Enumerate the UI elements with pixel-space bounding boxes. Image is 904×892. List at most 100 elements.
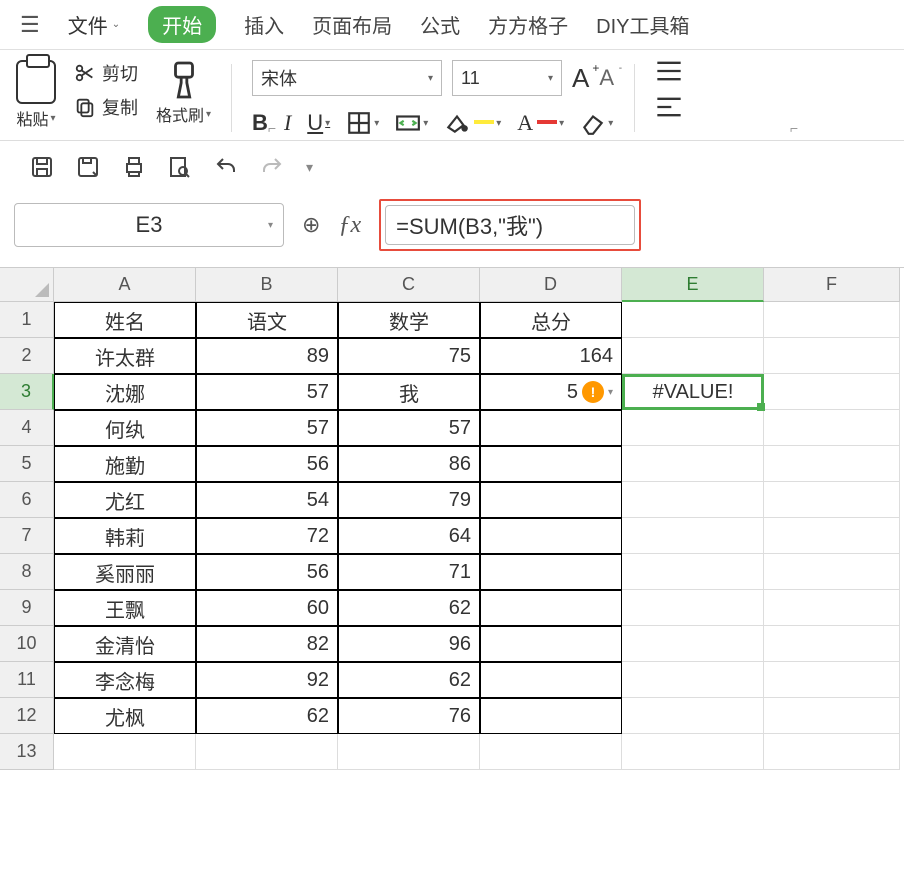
row-header[interactable]: 12 [0,698,54,734]
cell[interactable]: 56 [196,554,338,590]
cell[interactable]: 语文 [196,302,338,338]
cell[interactable] [764,518,900,554]
merge-button[interactable]: ▾ [395,110,428,136]
cell[interactable]: 79 [338,482,480,518]
cell[interactable] [480,482,622,518]
cell[interactable]: 62 [196,698,338,734]
menu-start[interactable]: 开始 [148,6,216,43]
cell[interactable] [764,482,900,518]
row-header[interactable]: 6 [0,482,54,518]
cell[interactable]: 92 [196,662,338,698]
col-header-a[interactable]: A [54,268,196,302]
cell[interactable] [764,698,900,734]
active-cell[interactable]: #VALUE! [622,374,764,410]
cell[interactable]: 164 [480,338,622,374]
cell[interactable]: 72 [196,518,338,554]
preview-icon[interactable] [168,155,192,179]
save-icon[interactable] [30,155,54,179]
cell[interactable]: 86 [338,446,480,482]
cell[interactable] [622,626,764,662]
menu-layout[interactable]: 页面布局 [312,10,392,39]
cell[interactable]: 奚丽丽 [54,554,196,590]
row-header[interactable]: 2 [0,338,54,374]
cell[interactable] [54,734,196,770]
cell[interactable] [764,590,900,626]
cell[interactable]: 沈娜 [54,374,196,410]
qat-more-icon[interactable]: ▾ [306,159,313,176]
cell[interactable]: 89 [196,338,338,374]
cell[interactable]: 75 [338,338,480,374]
cell[interactable] [480,698,622,734]
cell[interactable] [764,662,900,698]
paste-button[interactable]: 粘贴▾ [16,60,56,136]
cell[interactable] [480,554,622,590]
row-header[interactable]: 8 [0,554,54,590]
bold-button[interactable]: B [252,110,268,136]
cell[interactable]: 57 [196,374,338,410]
cell[interactable] [622,554,764,590]
cell[interactable] [622,302,764,338]
menu-insert[interactable]: 插入 [244,10,284,39]
menu-ffgz[interactable]: 方方格子 [488,10,568,39]
eraser-button[interactable]: ▾ [580,110,613,136]
hamburger-icon[interactable]: ☰ [20,12,40,38]
cell[interactable] [480,410,622,446]
cut-button[interactable]: 剪切 [74,60,138,86]
cell[interactable]: 数学 [338,302,480,338]
col-header-e[interactable]: E [622,268,764,302]
warning-dropdown-icon[interactable]: ▾ [608,387,613,398]
increase-font-button[interactable]: A+ [572,63,589,94]
cell[interactable]: 57 [196,410,338,446]
cell[interactable] [480,518,622,554]
group-launcher-icon[interactable]: ⌐ [790,120,798,136]
cell[interactable]: 金清怡 [54,626,196,662]
menu-formula[interactable]: 公式 [420,10,460,39]
menu-diy[interactable]: DIY工具箱 [596,10,689,39]
cell[interactable]: 82 [196,626,338,662]
cell[interactable] [622,734,764,770]
cell[interactable]: 我 [338,374,480,410]
italic-button[interactable]: I [284,110,291,136]
redo-icon[interactable] [260,155,284,179]
cell[interactable] [764,374,900,410]
cell[interactable] [480,446,622,482]
cell[interactable] [338,734,480,770]
zoom-icon[interactable]: ⊕ [302,212,320,238]
select-all-corner[interactable] [0,268,54,302]
cell[interactable] [764,302,900,338]
font-size-select[interactable]: 11▾ [452,60,562,96]
underline-button[interactable]: U ▾ [307,110,330,136]
cell[interactable] [764,554,900,590]
copy-button[interactable]: 复制 [74,94,138,120]
col-header-c[interactable]: C [338,268,480,302]
formula-input[interactable]: =SUM(B3,"我") [385,205,635,245]
cell[interactable] [480,626,622,662]
cell[interactable]: 尤枫 [54,698,196,734]
cell[interactable] [622,698,764,734]
cell[interactable]: 总分 [480,302,622,338]
cell[interactable] [622,338,764,374]
cell[interactable]: 56 [196,446,338,482]
format-painter-button[interactable]: 格式刷▾ [156,60,211,136]
cell[interactable]: 57 [338,410,480,446]
fx-icon[interactable]: ƒx [338,212,361,239]
row-header[interactable]: 5 [0,446,54,482]
cell[interactable] [764,338,900,374]
row-header[interactable]: 10 [0,626,54,662]
cell[interactable] [764,626,900,662]
cell[interactable]: 许太群 [54,338,196,374]
name-box[interactable]: E3▾ [14,203,284,247]
cell[interactable]: 姓名 [54,302,196,338]
row-header[interactable]: 3 [0,374,54,410]
cell[interactable]: 60 [196,590,338,626]
font-color-button[interactable]: A ▾ [517,110,564,136]
warning-icon[interactable]: ! [582,381,604,403]
cell[interactable]: 62 [338,590,480,626]
cell[interactable]: 韩莉 [54,518,196,554]
print-icon[interactable] [122,155,146,179]
undo-icon[interactable] [214,155,238,179]
row-header[interactable]: 7 [0,518,54,554]
cell[interactable]: 王飘 [54,590,196,626]
cell[interactable]: 54 [196,482,338,518]
col-header-d[interactable]: D [480,268,622,302]
